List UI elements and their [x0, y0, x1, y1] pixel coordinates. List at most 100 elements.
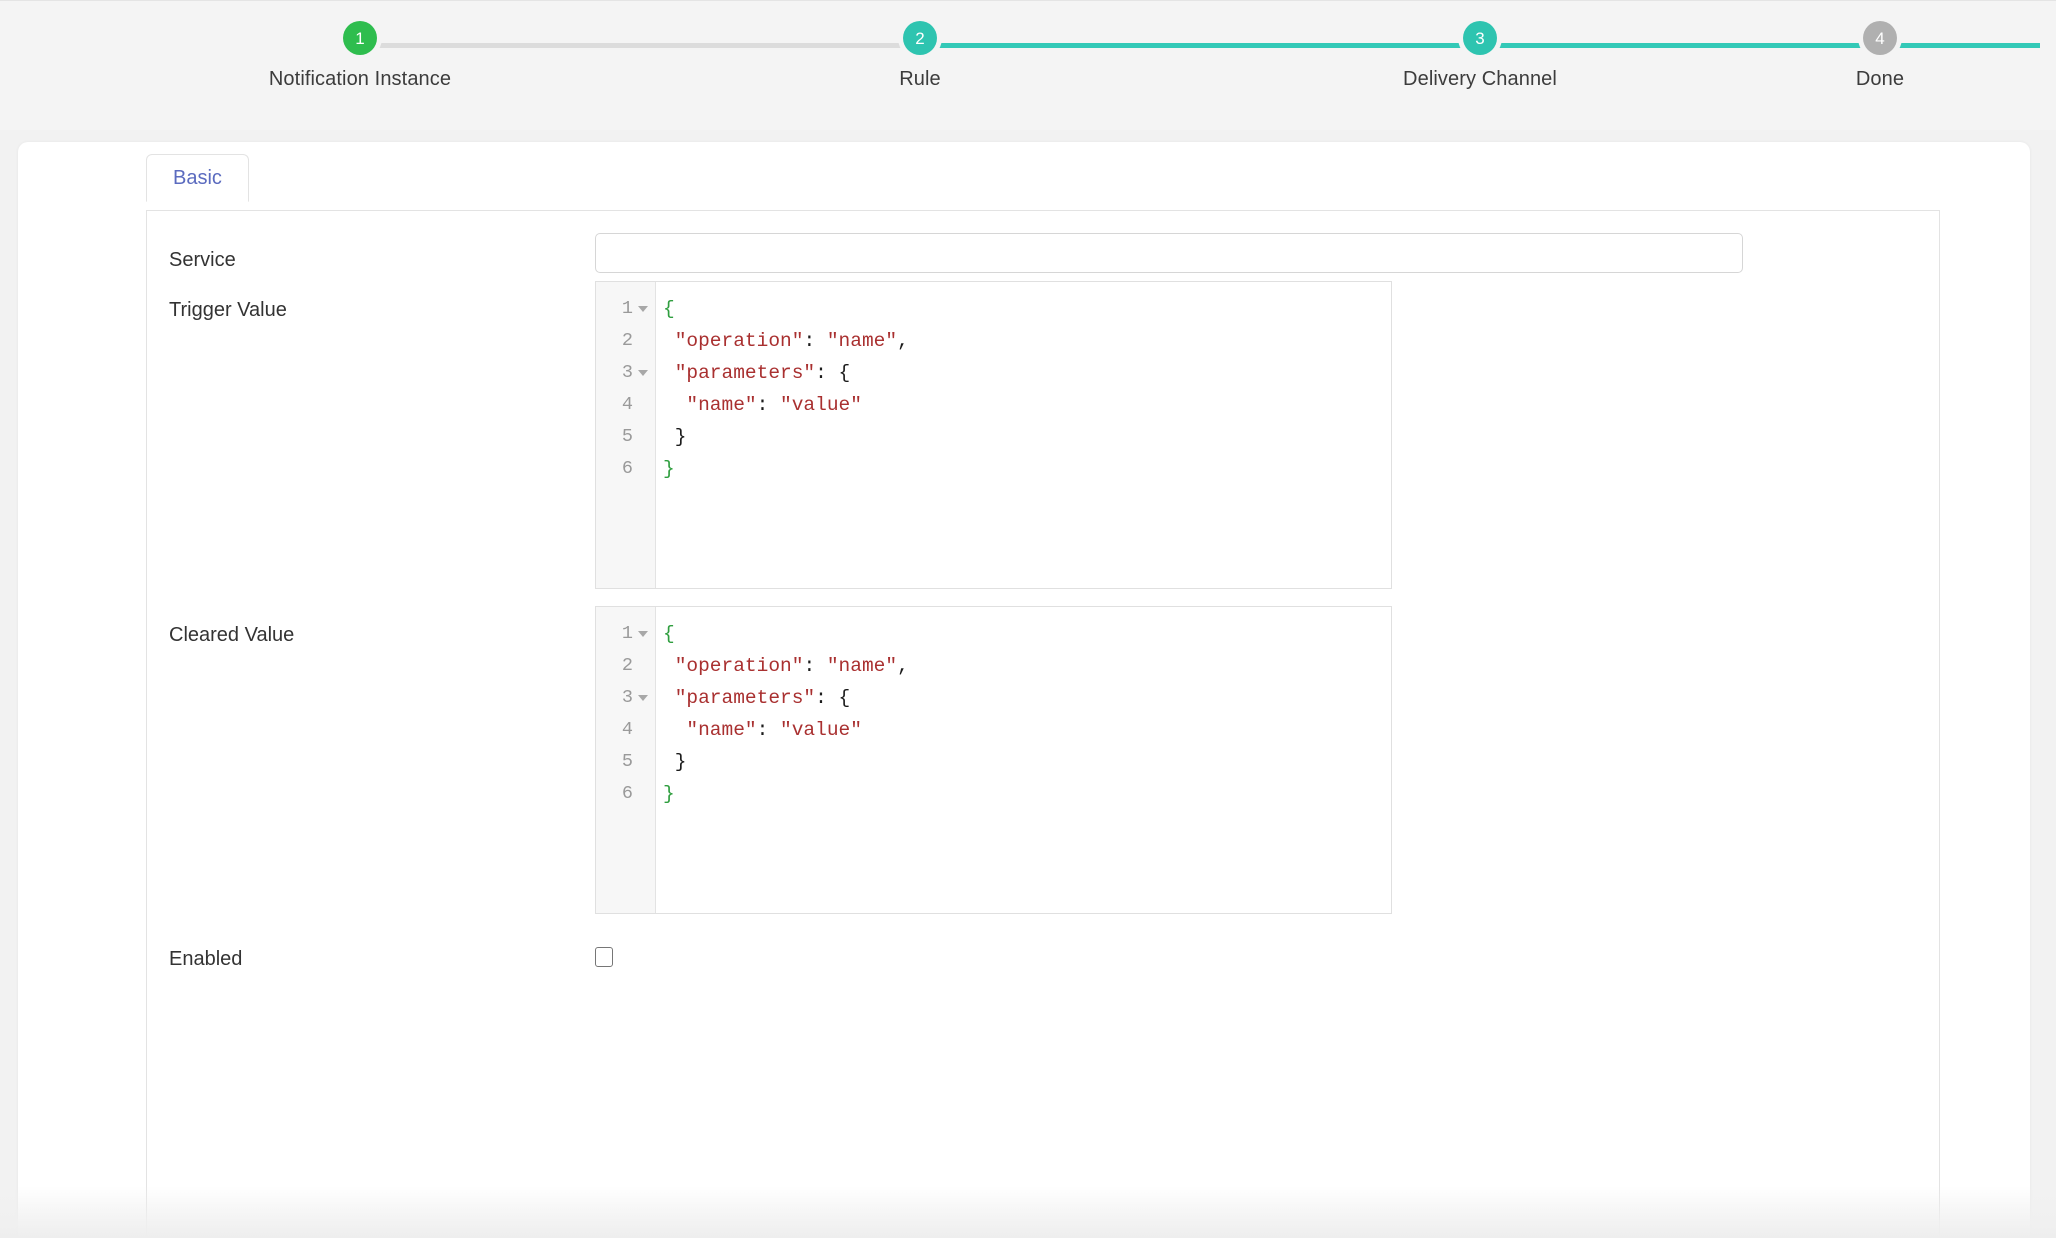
line-number-text: 2	[621, 330, 633, 351]
code-token: :	[756, 394, 781, 416]
code-token: }	[663, 458, 675, 480]
code-token: :	[756, 719, 781, 741]
stepper-step-4[interactable]: 4 Done	[1760, 21, 2000, 91]
service-input[interactable]	[595, 233, 1743, 273]
code-token: "value"	[780, 719, 862, 741]
cleared-value-control: 1 2 3 4 5 6 { "operation": "name", "parameter…	[595, 606, 1392, 914]
line-number-5: 5	[596, 746, 655, 778]
line-number-6: 6	[596, 778, 655, 810]
stepper-label-1: Notification Instance	[268, 68, 452, 90]
line-number-2: 2	[596, 325, 655, 357]
line-number-5: 5	[596, 421, 655, 453]
code-token: "value"	[780, 394, 862, 416]
code-line: }	[663, 746, 1391, 778]
stepper-circle-1: 1	[343, 21, 377, 55]
code-token: :	[803, 330, 827, 352]
trigger-value-code-area[interactable]: { "operation": "name", "parameters": { "…	[656, 282, 1391, 588]
line-number-text: 1	[621, 298, 633, 319]
fold-arrow-icon[interactable]	[638, 631, 648, 637]
trigger-value-code-editor[interactable]: 1 2 3 4 5 6 { "operation": "name", "parameter…	[595, 281, 1392, 589]
enabled-label: Enabled	[169, 948, 243, 970]
line-number-4: 4	[596, 389, 655, 421]
code-token: :	[803, 655, 827, 677]
code-token: ,	[897, 330, 909, 352]
line-number-text: 4	[621, 394, 633, 415]
fold-arrow-icon[interactable]	[638, 370, 648, 376]
code-token: "name"	[686, 719, 757, 741]
code-line: }	[663, 421, 1391, 453]
code-line: {	[663, 618, 1391, 650]
code-token: "name"	[826, 330, 898, 352]
stepper-step-1[interactable]: 1 Notification Instance	[80, 21, 920, 91]
line-number-text: 1	[621, 623, 633, 644]
line-number-text: 6	[621, 783, 633, 804]
service-control	[595, 233, 1743, 273]
code-token: : {	[815, 362, 851, 384]
code-token: }	[663, 783, 675, 805]
code-token: {	[663, 623, 675, 645]
code-token: {	[663, 298, 675, 320]
line-number-text: 3	[621, 687, 633, 708]
cleared-value-code-area[interactable]: { "operation": "name", "parameters": { "…	[656, 607, 1391, 913]
stepper-circle-4: 4	[1863, 21, 1897, 55]
code-token: "name"	[826, 655, 898, 677]
code-line: "name": "value"	[663, 714, 1391, 746]
trigger-value-gutter: 1 2 3 4 5 6	[596, 282, 656, 588]
code-token: ,	[897, 655, 909, 677]
tab-basic[interactable]: Basic	[146, 154, 249, 202]
fold-arrow-icon[interactable]	[638, 695, 648, 701]
code-line: }	[663, 453, 1391, 485]
tab-basic-label: Basic	[173, 166, 222, 189]
cleared-value-label: Cleared Value	[169, 624, 295, 646]
code-token: "parameters"	[674, 687, 816, 709]
line-number-text: 3	[621, 362, 633, 383]
wizard-stepper: 1 Notification Instance 2 Rule 3 Delivery Cha…	[0, 0, 2056, 130]
content-card: Basic Service Trigger Value 1 2 3 4 5 6 { "op…	[18, 142, 2030, 1238]
line-number-1: 1	[596, 618, 655, 650]
line-number-text: 5	[621, 426, 633, 447]
code-line: "operation": "name",	[663, 325, 1391, 357]
code-token: "name"	[686, 394, 757, 416]
line-number-text: 4	[621, 719, 633, 740]
trigger-value-control: 1 2 3 4 5 6 { "operation": "name", "parameter…	[595, 281, 1392, 589]
line-number-1: 1	[596, 293, 655, 325]
line-number-3: 3	[596, 682, 655, 714]
stepper-label-3: Delivery Channel	[1403, 68, 1557, 90]
code-line: {	[663, 293, 1391, 325]
stepper-step-2[interactable]: 2 Rule	[640, 21, 1480, 91]
line-number-4: 4	[596, 714, 655, 746]
code-token: "parameters"	[674, 362, 816, 384]
code-token: "operation"	[674, 655, 804, 677]
stepper-circle-3: 3	[1463, 21, 1497, 55]
code-line: "name": "value"	[663, 389, 1391, 421]
code-token: "operation"	[674, 330, 804, 352]
code-token: }	[663, 751, 687, 773]
cleared-value-code-editor[interactable]: 1 2 3 4 5 6 { "operation": "name", "parameter…	[595, 606, 1392, 914]
stepper-circle-2: 2	[903, 21, 937, 55]
line-number-text: 5	[621, 751, 633, 772]
code-token: }	[663, 426, 687, 448]
code-token: : {	[815, 687, 851, 709]
enabled-control	[595, 947, 613, 972]
stepper-label-2: Rule	[899, 68, 941, 90]
enabled-checkbox[interactable]	[595, 947, 613, 967]
tab-bar: Basic	[146, 142, 1940, 202]
code-line: "parameters": {	[663, 682, 1391, 714]
trigger-value-label: Trigger Value	[169, 299, 287, 321]
line-number-6: 6	[596, 453, 655, 485]
stepper-step-3[interactable]: 3 Delivery Channel	[1200, 21, 2040, 91]
line-number-text: 2	[621, 655, 633, 676]
line-number-2: 2	[596, 650, 655, 682]
cleared-value-gutter: 1 2 3 4 5 6	[596, 607, 656, 913]
form-panel: Service Trigger Value 1 2 3 4 5 6 { "operatio…	[146, 210, 1940, 1238]
line-number-text: 6	[621, 458, 633, 479]
code-line: "parameters": {	[663, 357, 1391, 389]
fold-arrow-icon[interactable]	[638, 306, 648, 312]
code-line: "operation": "name",	[663, 650, 1391, 682]
